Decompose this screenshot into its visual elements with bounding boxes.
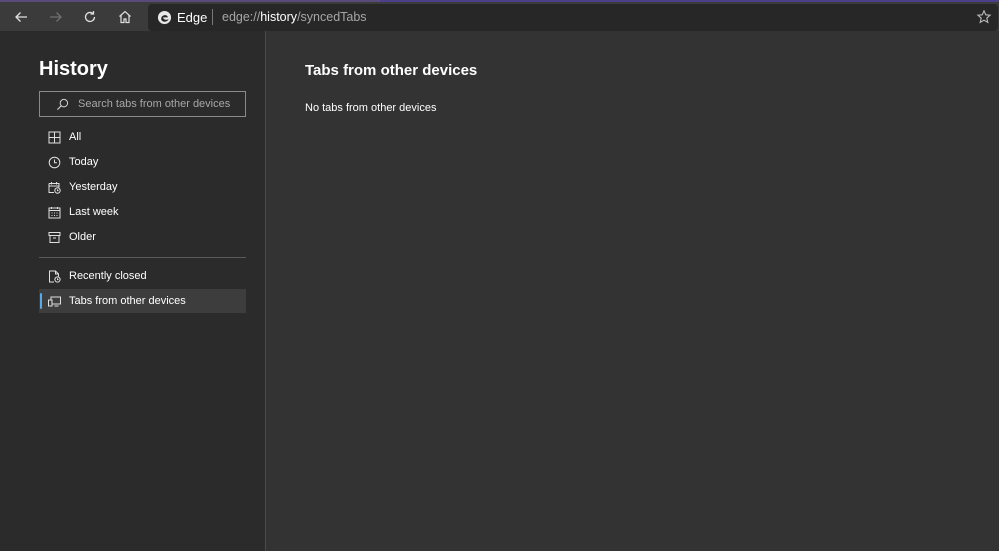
home-button[interactable] — [112, 5, 138, 29]
favorite-star-icon[interactable] — [976, 9, 992, 25]
search-input[interactable] — [78, 95, 243, 113]
back-button[interactable] — [8, 5, 34, 29]
titlebar-accent — [380, 0, 999, 2]
nav-item-yesterday[interactable]: Yesterday — [39, 175, 246, 199]
url-prefix: edge:// — [222, 10, 261, 24]
browser-toolbar: Edge edge://history/syncedTabs — [0, 0, 999, 31]
forward-arrow-icon — [50, 12, 62, 22]
calendar-icon — [48, 205, 62, 219]
sidebar-divider — [39, 257, 246, 258]
grid-icon — [48, 130, 62, 144]
address-bar[interactable]: Edge edge://history/syncedTabs — [148, 4, 998, 31]
nav-item-recently-closed[interactable]: Recently closed — [39, 264, 246, 288]
page-title: History — [39, 58, 108, 80]
url-path: /syncedTabs — [297, 10, 367, 24]
url-host: history — [260, 10, 298, 24]
site-name: Edge — [177, 10, 208, 25]
nav-item-label: Recently closed — [69, 270, 147, 282]
recently-closed-icon — [48, 269, 62, 283]
section-title: Tabs from other devices — [305, 62, 478, 79]
main-content: Tabs from other devices No tabs from oth… — [267, 31, 999, 551]
nav-item-older[interactable]: Older — [39, 225, 246, 249]
refresh-button[interactable] — [77, 5, 103, 29]
back-arrow-icon — [15, 12, 27, 22]
edge-logo-icon — [157, 10, 172, 25]
empty-state-message: No tabs from other devices — [305, 102, 437, 114]
nav-item-label: All — [69, 131, 82, 143]
forward-button[interactable] — [43, 5, 69, 29]
nav-item-last-week[interactable]: Last week — [39, 200, 246, 224]
nav-item-label: Tabs from other devices — [69, 295, 186, 307]
search-box[interactable] — [39, 91, 246, 117]
address-divider — [212, 9, 213, 25]
clock-icon — [48, 155, 62, 169]
nav-item-label: Yesterday — [69, 181, 118, 193]
refresh-icon — [84, 11, 96, 23]
nav-item-all[interactable]: All — [39, 125, 246, 149]
home-icon — [119, 10, 131, 24]
nav-item-tabs-from-other-devices[interactable]: Tabs from other devices — [39, 289, 246, 313]
nav-item-label: Today — [69, 156, 99, 168]
nav-item-today[interactable]: Today — [39, 150, 246, 174]
url-text: edge://history/syncedTabs — [222, 10, 367, 24]
nav-item-label: Older — [69, 231, 96, 243]
nav-item-label: Last week — [69, 206, 119, 218]
calendar-clock-icon — [48, 180, 62, 194]
search-icon — [56, 98, 69, 111]
archive-icon — [48, 230, 62, 244]
history-sidebar: History All Today Yesterday Last week Ol… — [0, 31, 266, 551]
devices-icon — [48, 294, 62, 308]
